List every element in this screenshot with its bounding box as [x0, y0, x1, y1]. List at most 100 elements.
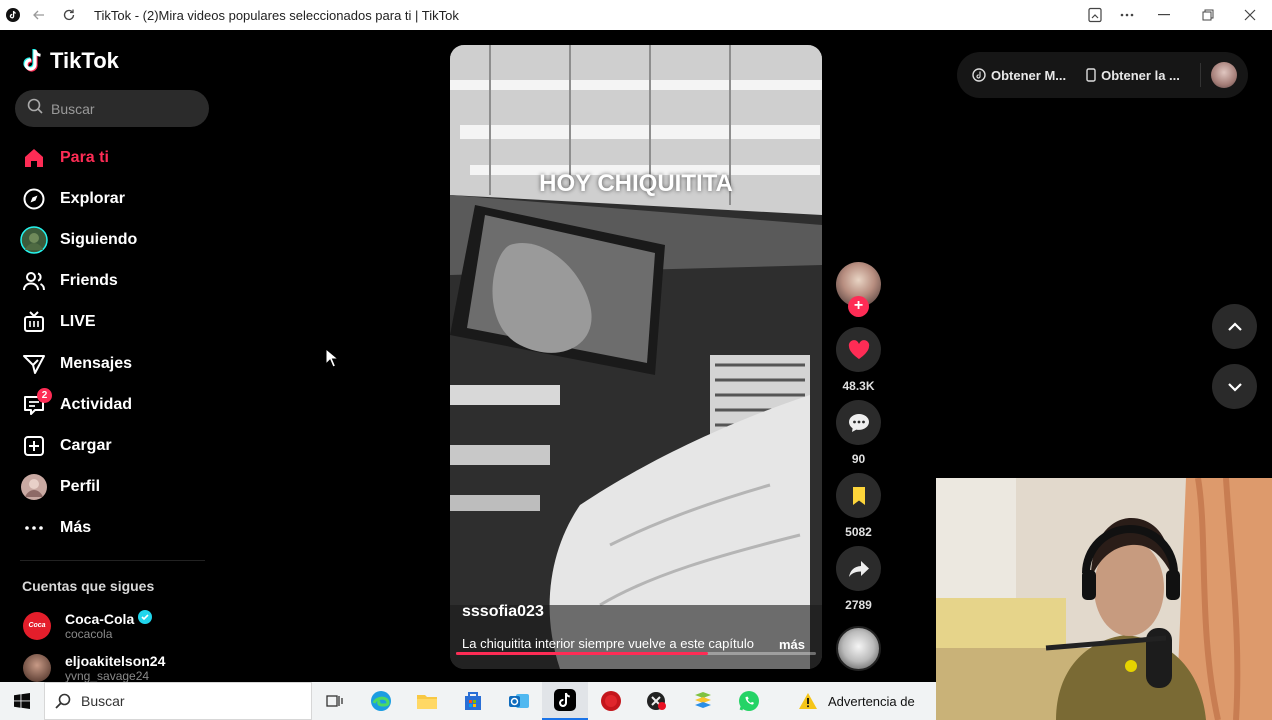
nav-item-friends[interactable]: Friends	[20, 261, 210, 302]
search-box[interactable]	[15, 90, 209, 127]
creator-avatar[interactable]: +	[836, 262, 881, 317]
sidebar-divider	[20, 560, 205, 561]
webcam-overlay	[936, 478, 1272, 720]
nav-label: LIVE	[60, 313, 96, 331]
compass-icon	[20, 185, 48, 213]
get-coins-button[interactable]: Obtener M...	[972, 68, 1066, 83]
nav-label: Mensajes	[60, 354, 133, 372]
nav-label: Perfil	[60, 478, 101, 496]
nav-item-cargar[interactable]: Cargar	[20, 425, 210, 466]
get-app-button[interactable]: Obtener la ...	[1086, 68, 1180, 83]
chevron-down-icon	[1227, 382, 1242, 392]
description-more-link[interactable]: más	[779, 637, 805, 652]
like-button[interactable]	[836, 327, 881, 372]
nav-item-perfil[interactable]: Perfil	[20, 467, 210, 508]
mouse-cursor-icon	[325, 348, 339, 368]
tiktok-icon[interactable]	[542, 682, 588, 720]
coin-icon	[972, 68, 986, 82]
profile-avatar-button[interactable]	[1210, 62, 1237, 88]
following-account-item[interactable]: Coca Coca-Cola cocacola	[23, 610, 153, 641]
account-handle: cocacola	[65, 627, 113, 641]
account-avatar	[23, 654, 51, 682]
tiktok-logo[interactable]: TikTok	[22, 48, 119, 74]
cast-icon[interactable]	[1087, 7, 1103, 23]
store-icon[interactable]	[450, 682, 496, 720]
red-app-icon[interactable]	[588, 682, 634, 720]
topbar-divider	[1199, 63, 1201, 87]
save-count: 5082	[845, 525, 872, 539]
save-button[interactable]	[836, 473, 881, 518]
search-input[interactable]	[51, 100, 201, 117]
video-progress-fill	[456, 652, 708, 655]
video-actions: + 48.3K 90 5082 2789	[836, 262, 881, 619]
nav-label: Explorar	[60, 189, 125, 207]
following-avatar-icon	[20, 226, 48, 254]
nav-label: Cargar	[60, 436, 112, 454]
edge-icon[interactable]	[358, 682, 404, 720]
warning-icon	[799, 693, 817, 709]
browser-menu-icon[interactable]	[1119, 7, 1135, 23]
tiktok-logo-icon	[23, 49, 41, 72]
nav-item-live[interactable]: LIVE	[20, 302, 210, 343]
home-icon	[20, 144, 48, 172]
nav-label: Friends	[60, 272, 118, 290]
restore-icon[interactable]	[1200, 7, 1216, 23]
profile-avatar-icon	[20, 473, 48, 501]
warning-notification[interactable]: Advertencia de	[798, 692, 915, 710]
comment-icon	[848, 413, 869, 432]
video-player[interactable]: HOY CHIQUITITA sssofia023 La chiquitita …	[450, 45, 822, 669]
taskbar-search[interactable]: Buscar	[44, 682, 312, 720]
nav-item-explorar[interactable]: Explorar	[20, 178, 210, 219]
search-icon	[27, 98, 43, 119]
live-tv-icon	[20, 308, 48, 336]
nav-label: Más	[60, 519, 92, 537]
minimize-icon[interactable]	[1156, 7, 1172, 23]
sidebar-nav: Para ti Explorar Siguiendo Friends LIVE	[20, 137, 210, 549]
reload-icon[interactable]	[61, 7, 77, 23]
search-icon	[55, 693, 71, 709]
close-icon[interactable]	[1242, 7, 1258, 23]
share-button[interactable]	[836, 546, 881, 591]
nav-item-mensajes[interactable]: Mensajes	[20, 343, 210, 384]
comment-count: 90	[851, 452, 866, 466]
phone-icon	[1086, 68, 1096, 82]
following-account-item[interactable]: eljoakitelson24 yvng_savage24	[23, 653, 165, 682]
video-caption-overlay: HOY CHIQUITITA	[539, 170, 733, 197]
video-progress-bar[interactable]	[456, 652, 816, 655]
activity-badge: 2	[37, 387, 52, 403]
follow-plus-button[interactable]: +	[848, 296, 869, 317]
tiktok-favicon-icon	[5, 7, 21, 23]
chevron-up-icon	[1227, 321, 1242, 331]
file-explorer-icon[interactable]	[404, 682, 450, 720]
start-button[interactable]	[0, 682, 44, 720]
account-name: Coca-Cola	[65, 610, 153, 627]
browser-titlebar: TikTok - (2)Mira videos populares selecc…	[0, 0, 1272, 30]
nav-label: Siguiendo	[60, 230, 138, 248]
task-view-icon[interactable]	[312, 682, 358, 720]
whatsapp-icon[interactable]	[726, 682, 772, 720]
nav-item-mas[interactable]: Más	[20, 508, 210, 549]
account-name: eljoakitelson24	[65, 653, 166, 669]
activity-icon: 2	[20, 387, 52, 419]
cocacola-avatar: Coca	[23, 611, 51, 640]
nav-item-actividad[interactable]: 2 Actividad	[20, 384, 210, 425]
bluestacks-icon[interactable]	[680, 682, 726, 720]
nav-item-para-ti[interactable]: Para ti	[20, 137, 210, 178]
like-count: 48.3K	[842, 379, 875, 393]
account-handle: yvng_savage24	[65, 669, 150, 682]
outlook-icon[interactable]	[496, 682, 542, 720]
comment-button[interactable]	[836, 400, 881, 445]
back-icon[interactable]	[31, 7, 47, 23]
previous-video-button[interactable]	[1212, 304, 1257, 349]
heart-icon	[848, 339, 869, 359]
next-video-button[interactable]	[1212, 364, 1257, 409]
following-section-title: Cuentas que sigues	[22, 578, 155, 594]
nav-item-siguiendo[interactable]: Siguiendo	[20, 219, 210, 260]
windows-icon	[14, 693, 30, 709]
send-icon	[20, 350, 48, 378]
video-author[interactable]: sssofia023	[462, 603, 544, 621]
webcam-feed	[936, 478, 1272, 720]
app-icon[interactable]	[634, 682, 680, 720]
music-disc-avatar[interactable]	[836, 626, 881, 671]
warning-text: Advertencia de	[828, 693, 915, 709]
